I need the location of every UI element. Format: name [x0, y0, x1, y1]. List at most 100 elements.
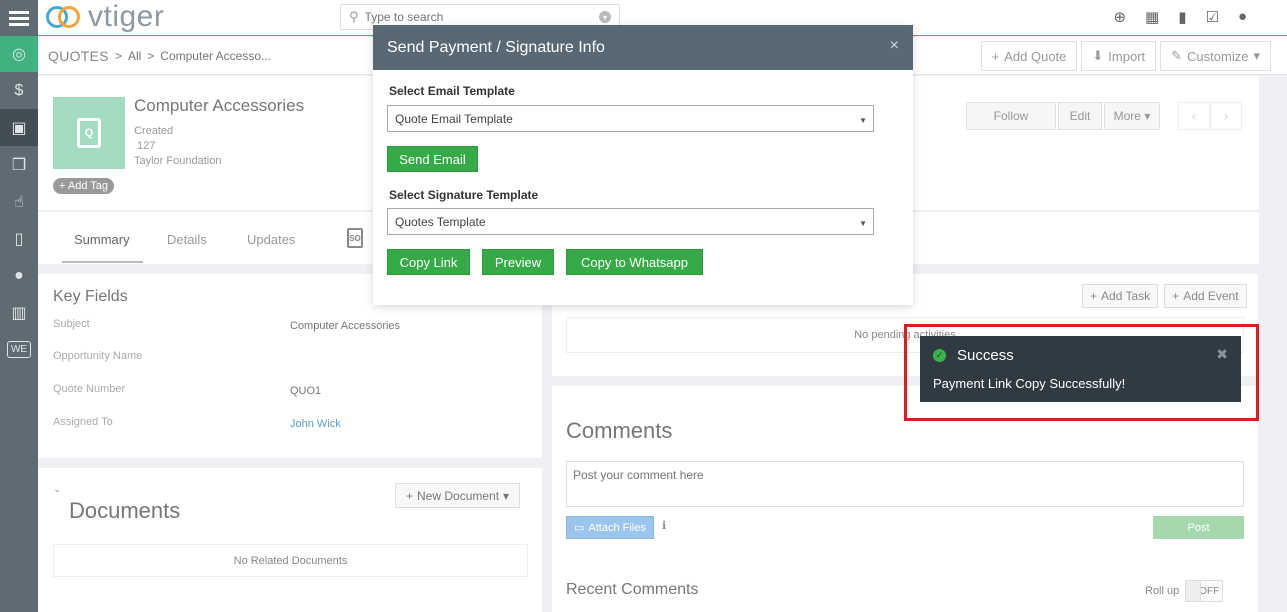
- tasks-checkbox-icon[interactable]: ☑: [1205, 8, 1218, 26]
- documents-heading: Documents: [69, 498, 181, 523]
- field-label-subject: Subject: [53, 318, 90, 330]
- copy-to-whatsapp-button[interactable]: Copy to Whatsapp: [566, 249, 703, 275]
- previous-record-icon[interactable]: ‹: [1178, 102, 1210, 130]
- plus-icon: +: [406, 488, 414, 503]
- modal-title: Send Payment / Signature Info: [387, 38, 605, 56]
- record-meta: Created 127 Taylor Foundation: [134, 124, 221, 169]
- recent-comments-heading: Recent Comments: [566, 581, 699, 598]
- breadcrumb-filter[interactable]: All: [128, 49, 141, 63]
- mobile-icon[interactable]: ▯: [0, 220, 38, 257]
- add-event-label: Add Event: [1183, 289, 1239, 303]
- close-icon[interactable]: ×: [890, 37, 899, 55]
- collapse-chevron-icon[interactable]: ⌄: [53, 484, 61, 495]
- rollup-label: Roll up: [1145, 585, 1180, 597]
- record-navigation: ‹ ›: [1178, 102, 1242, 130]
- top-icons: ⊕ ▦ ▮ ☑ ●: [1113, 8, 1247, 26]
- documents-panel: ⌄ Documents + New Document ▾ No Related Do…: [38, 468, 542, 612]
- post-button[interactable]: Post: [1153, 516, 1244, 539]
- toast-message: Payment Link Copy Successfully!: [933, 376, 1126, 391]
- active-tab-indicator: [62, 261, 143, 263]
- left-sidebar: ◎ $ ▣ ❒ ☝ ▯ ● ▥ WE: [0, 0, 38, 612]
- caret-down-icon: ▾: [503, 488, 510, 503]
- breadcrumb-separator: >: [147, 49, 155, 63]
- email-template-select[interactable]: Quote Email Template ▼: [387, 105, 874, 132]
- signature-template-select[interactable]: Quotes Template ▼: [387, 208, 874, 235]
- wrench-icon: ✎: [1171, 48, 1183, 63]
- copy-link-button[interactable]: Copy Link: [387, 249, 470, 275]
- products-icon[interactable]: ❒: [0, 146, 38, 183]
- breadcrumb-module[interactable]: QUOTES: [48, 48, 109, 64]
- caret-down-icon: ▾: [1253, 48, 1260, 63]
- quote-record-icon: Q: [53, 97, 125, 169]
- plus-icon: +: [1090, 289, 1098, 303]
- close-icon[interactable]: ✖: [1216, 346, 1228, 363]
- menu-icon[interactable]: [0, 0, 38, 36]
- calendar-icon[interactable]: ▦: [1145, 8, 1159, 26]
- add-quote-button[interactable]: + Add Quote: [980, 41, 1078, 71]
- sales-order-icon[interactable]: SO: [347, 228, 363, 248]
- comments-heading: Comments: [566, 418, 673, 443]
- rollup-toggle[interactable]: OFF: [1185, 580, 1224, 602]
- rollup-control: Roll up OFF: [1145, 580, 1224, 602]
- preview-button[interactable]: Preview: [482, 249, 554, 275]
- signature-template-label: Select Signature Template: [389, 188, 539, 202]
- download-icon: ⬇: [1092, 48, 1104, 63]
- key-fields-heading: Key Fields: [53, 288, 128, 305]
- activity-actions: + Add Task + Add Event: [1082, 284, 1247, 308]
- add-event-button[interactable]: + Add Event: [1164, 284, 1247, 308]
- comment-input[interactable]: [566, 461, 1244, 507]
- add-tag-label: Add Tag: [67, 180, 109, 192]
- toast-title: Success: [957, 347, 1014, 364]
- customize-label: Customize: [1187, 48, 1249, 64]
- we-icon[interactable]: WE: [0, 331, 38, 368]
- breadcrumb: QUOTES > All > Computer Accesso...: [48, 48, 271, 64]
- select-arrow-icon: ▼: [859, 116, 867, 125]
- documents-empty-message: No Related Documents: [53, 544, 528, 577]
- import-button[interactable]: ⬇ Import: [1081, 41, 1157, 71]
- more-button[interactable]: More ▾: [1104, 102, 1160, 130]
- field-value-assigned-to[interactable]: John Wick: [290, 418, 341, 430]
- vtiger-logo[interactable]: vtiger: [46, 2, 164, 32]
- email-template-label: Select Email Template: [389, 84, 515, 98]
- home-icon[interactable]: ◎: [0, 36, 38, 72]
- field-value-quote-number: QUO1: [290, 385, 322, 397]
- follow-button[interactable]: Follow: [966, 102, 1056, 130]
- logo-rings-icon: [46, 2, 86, 32]
- search-input[interactable]: [364, 10, 599, 24]
- quotes-icon[interactable]: ▣: [0, 109, 38, 146]
- send-payment-modal: Send Payment / Signature Info × Select E…: [373, 25, 913, 305]
- email-template-value: Quote Email Template: [395, 111, 513, 126]
- breadcrumb-separator: >: [114, 49, 122, 63]
- signature-template-value: Quotes Template: [395, 214, 486, 229]
- organizations-icon[interactable]: ▥: [0, 294, 38, 331]
- attach-files-button[interactable]: ▭ Attach Files: [566, 516, 654, 539]
- tab-summary[interactable]: Summary: [74, 232, 130, 247]
- check-circle-icon: ✓: [933, 349, 946, 362]
- chevron-down-icon[interactable]: ▾: [599, 11, 611, 23]
- record-actions: Follow Edit More ▾: [966, 102, 1160, 130]
- plus-circle-icon[interactable]: ⊕: [1113, 8, 1126, 26]
- money-bag-icon[interactable]: $: [0, 72, 38, 109]
- select-arrow-icon: ▼: [859, 219, 867, 228]
- module-actions: + Add Quote ⬇ Import ✎ Customize ▾: [980, 41, 1271, 71]
- edit-button[interactable]: Edit: [1058, 102, 1102, 130]
- caret-down-icon: ▾: [1144, 109, 1151, 123]
- handshake-icon[interactable]: ☝: [0, 183, 38, 220]
- next-record-icon[interactable]: ›: [1210, 102, 1242, 130]
- new-document-button[interactable]: + New Document ▾: [395, 483, 521, 508]
- tab-updates[interactable]: Updates: [247, 232, 295, 247]
- contacts-icon[interactable]: ●: [0, 257, 38, 294]
- customize-button[interactable]: ✎ Customize ▾: [1160, 41, 1271, 71]
- plus-icon: +: [991, 48, 1000, 64]
- add-tag-button[interactable]: + Add Tag: [53, 178, 115, 194]
- success-toast: ✓ Success ✖ Payment Link Copy Successful…: [920, 336, 1241, 402]
- user-icon[interactable]: ●: [1238, 8, 1247, 26]
- send-email-button[interactable]: Send Email: [387, 146, 478, 172]
- organization-name[interactable]: Taylor Foundation: [134, 154, 221, 169]
- info-icon[interactable]: ℹ: [662, 519, 666, 532]
- tab-details[interactable]: Details: [167, 232, 207, 247]
- bar-chart-icon[interactable]: ▮: [1178, 8, 1186, 26]
- field-value-subject: Computer Accessories: [290, 320, 401, 332]
- created-label: Created: [134, 125, 174, 137]
- add-task-button[interactable]: + Add Task: [1082, 284, 1159, 308]
